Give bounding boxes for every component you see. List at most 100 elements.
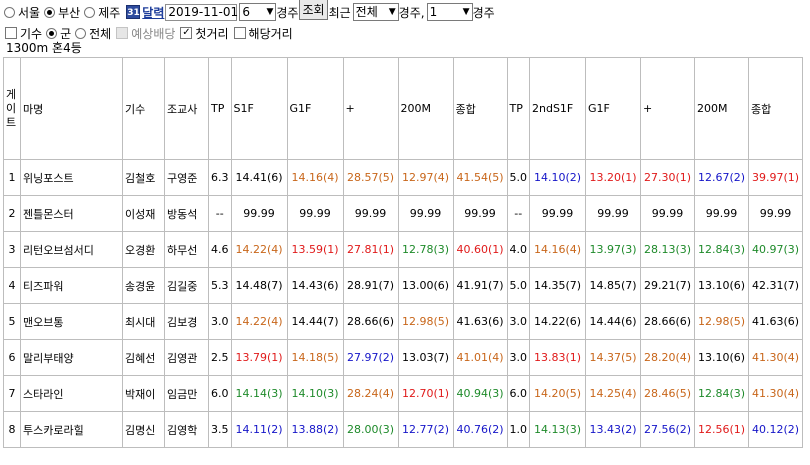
time-cell: 28.24(4) — [342, 375, 399, 412]
time2-cell: 28.13(3) — [640, 231, 695, 268]
time2-cell: 42.31(7) — [748, 267, 803, 304]
all-radio[interactable] — [75, 27, 87, 39]
time2-cell: 14.85(7) — [585, 267, 641, 304]
column-header[interactable]: 게이트 — [3, 57, 21, 160]
column-header[interactable]: + — [342, 57, 399, 160]
group-radio[interactable] — [46, 27, 58, 39]
column-header[interactable]: 마명 — [20, 57, 123, 160]
chevron-down-icon: ▼ — [266, 7, 274, 17]
jockey-checkbox[interactable] — [5, 27, 17, 39]
time2-cell: 28.20(4) — [640, 339, 695, 376]
table-row[interactable]: 1 위닝포스트 김철호 구영준 6.3 14.41(6) 14.16(4) 28.57(5) 1… — [3, 159, 803, 196]
calendar-icon[interactable]: 31 — [126, 5, 141, 19]
expected-dividend-checkbox[interactable] — [116, 27, 129, 39]
time-cell: 14.22(4) — [230, 303, 288, 340]
track-label-jeju: 제주 — [98, 5, 121, 20]
first-distance-checkbox[interactable]: ✓ — [180, 27, 193, 39]
column-header[interactable]: G1F — [585, 57, 641, 160]
time-cell: 12.97(4) — [397, 159, 454, 196]
race-no-select[interactable]: 6 ▼ — [239, 3, 277, 21]
time2-cell: 28.46(5) — [640, 375, 695, 412]
filter-row: 서울 부산 제주 31 달력 2019-11-01 6 ▼ 경주 조회 최근 전체… — [2, 0, 495, 24]
track-radio-busan[interactable] — [44, 6, 56, 18]
time2-cell: 27.30(1) — [640, 159, 695, 196]
table-row[interactable]: 6 말리부태양 김혜선 김영관 2.5 13.79(1) 14.18(5) 27.97(2) 1… — [3, 339, 803, 376]
time2-cell: 99.99 — [640, 195, 695, 232]
time2-cell: 41.63(6) — [748, 303, 803, 340]
track-radio-jeju[interactable] — [84, 6, 96, 18]
time-cell: 28.00(3) — [342, 411, 399, 448]
tp2-cell: 4.0 — [506, 231, 530, 268]
calendar-link[interactable]: 달력 — [142, 4, 164, 21]
jockey-cell: 송경윤 — [122, 267, 165, 304]
race-info: 1300m 혼4등 — [6, 40, 82, 55]
gate-cell: 2 — [3, 195, 21, 232]
column-header[interactable]: 종합 — [748, 57, 803, 160]
time2-cell: 13.97(3) — [585, 231, 641, 268]
tp2-cell: 3.0 — [506, 339, 530, 376]
horse-name-cell: 리턴오브섬서디 — [20, 231, 123, 268]
time-cell: 14.48(7) — [230, 267, 288, 304]
time-cell: 28.57(5) — [342, 159, 399, 196]
table-row[interactable]: 5 맨오브통 최시대 김보경 3.0 14.22(4) 14.44(7) 28.66(6) 12… — [3, 303, 803, 340]
column-header[interactable]: G1F — [286, 57, 344, 160]
tp2-cell: -- — [506, 195, 530, 232]
table-header-row: 게이트 마명 기수 조교사 TP S1F G1F +200M 종합 TP 2ndS1F G1F +200… — [3, 57, 803, 160]
tp-cell: 3.5 — [208, 411, 232, 448]
column-header[interactable]: 200M — [397, 57, 454, 160]
trainer-cell: 김영학 — [164, 411, 209, 448]
time2-cell: 12.84(3) — [694, 231, 749, 268]
trainer-cell: 김길중 — [164, 267, 209, 304]
table-row[interactable]: 8 투스카로라힐 김명신 김영학 3.5 14.11(2) 13.88(2) 28.00(3)… — [3, 411, 803, 448]
search-button[interactable]: 조회 — [299, 0, 328, 20]
recent-select[interactable]: 전체 ▼ — [352, 3, 399, 21]
table-row[interactable]: 4 티즈파워 송경윤 김길중 5.3 14.48(7) 14.43(6) 28.91(7) 13… — [3, 267, 803, 304]
gate-cell: 5 — [3, 303, 21, 340]
column-header[interactable]: 종합 — [452, 57, 508, 160]
tp2-cell: 3.0 — [506, 303, 530, 340]
matching-distance-checkbox[interactable] — [233, 27, 246, 39]
jockey-cell: 최시대 — [122, 303, 165, 340]
column-header[interactable]: TP — [208, 57, 232, 160]
time-cell: 14.22(4) — [230, 231, 288, 268]
time2-cell: 99.99 — [585, 195, 641, 232]
time-cell: 99.99 — [286, 195, 344, 232]
time-cell: 14.10(3) — [286, 375, 344, 412]
column-header[interactable]: 조교사 — [164, 57, 209, 160]
table-row[interactable]: 7 스타라인 박재이 임금만 6.0 14.14(3) 14.10(3) 28.24(4) 12… — [3, 375, 803, 412]
time2-cell: 14.13(3) — [529, 411, 586, 448]
column-header[interactable]: 200M — [694, 57, 749, 160]
tp-cell: -- — [208, 195, 232, 232]
time-cell: 41.91(7) — [452, 267, 508, 304]
track-radio-seoul[interactable] — [4, 6, 15, 18]
column-header[interactable]: 기수 — [122, 57, 165, 160]
time2-cell: 28.66(6) — [640, 303, 695, 340]
expected-dividend-label: 예상배당 — [131, 26, 176, 41]
time-cell: 40.60(1) — [452, 231, 508, 268]
time-cell: 13.00(6) — [397, 267, 454, 304]
table-row[interactable]: 3 리턴오브섬서디 오경환 하무선 4.6 14.22(4) 13.59(1) 27.81(1… — [3, 231, 803, 268]
time-cell: 40.94(3) — [452, 375, 508, 412]
tp2-cell: 1.0 — [506, 411, 530, 448]
time2-cell: 14.10(2) — [529, 159, 586, 196]
track-label-seoul: 서울 — [18, 5, 41, 20]
time-cell: 41.54(5) — [452, 159, 508, 196]
time-cell: 14.14(3) — [230, 375, 288, 412]
column-header[interactable]: TP — [506, 57, 530, 160]
column-header[interactable]: + — [640, 57, 695, 160]
date-input[interactable]: 2019-11-01 — [165, 3, 238, 21]
count-select[interactable]: 1 ▼ — [426, 3, 473, 21]
table-row[interactable]: 2 젠틀몬스터 이성재 방동석 -- 99.99 99.99 99.99 99.99 99.99-… — [3, 195, 803, 232]
time-cell: 27.97(2) — [342, 339, 399, 376]
column-header[interactable]: 2ndS1F — [529, 57, 586, 160]
time-cell: 14.18(5) — [286, 339, 344, 376]
count-value: 1 — [429, 5, 438, 19]
column-header[interactable]: S1F — [230, 57, 288, 160]
chevron-down-icon: ▼ — [462, 7, 470, 17]
time2-cell: 13.10(6) — [694, 267, 749, 304]
tp-cell: 3.0 — [208, 303, 232, 340]
time2-cell: 13.10(6) — [694, 339, 749, 376]
time2-cell: 12.67(2) — [694, 159, 749, 196]
time2-cell: 27.56(2) — [640, 411, 695, 448]
gate-cell: 6 — [3, 339, 21, 376]
